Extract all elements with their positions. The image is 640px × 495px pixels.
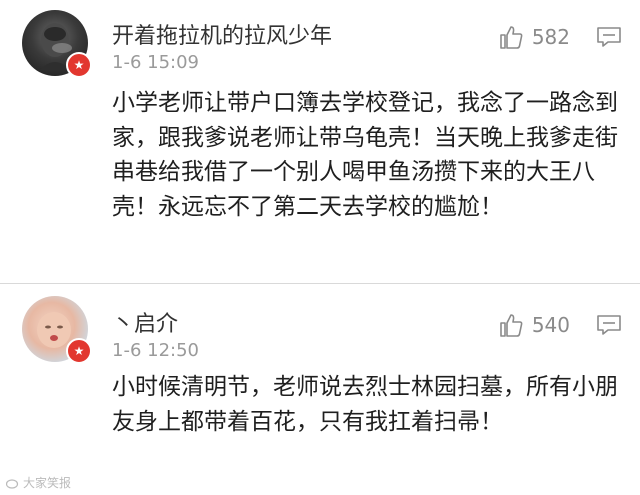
avatar[interactable]: ★ <box>22 10 92 78</box>
comment-time: 1-6 12:50 <box>112 340 199 361</box>
like-button[interactable]: 582 <box>498 24 570 50</box>
weibo-logo-icon <box>6 478 19 489</box>
comment-text: 小学老师让带户口簿去学校登记，我念了一路念到家，跟我爹说老师让带乌龟壳！当天晚上… <box>112 90 618 220</box>
like-count: 582 <box>531 25 570 49</box>
like-count: 540 <box>531 313 570 337</box>
comment-item: ★ 开着拖拉机的拉风少年 1-6 15:09 582 小学老师让带户口簿去学校登… <box>0 0 640 283</box>
thumbs-up-icon <box>500 26 523 49</box>
like-button[interactable]: 540 <box>498 312 570 338</box>
reply-comment-icon[interactable] <box>596 314 622 336</box>
watermark: 大家笑报 <box>6 474 71 491</box>
verified-star-icon: ★ <box>66 52 92 78</box>
comment-text: 小时候清明节，老师说去烈士林园扫墓，所有小朋友身上都带着百花，只有我扛着扫帚！ <box>112 374 618 435</box>
verified-star-icon: ★ <box>66 338 92 364</box>
comment-divider <box>0 283 640 284</box>
watermark-text: 大家笑报 <box>23 476 72 490</box>
comment-username[interactable]: 开着拖拉机的拉风少年 <box>112 18 332 50</box>
thumbs-up-icon <box>500 314 523 337</box>
reply-comment-icon[interactable] <box>596 26 622 48</box>
comment-username[interactable]: 丶启介 <box>112 306 178 338</box>
comment-time: 1-6 15:09 <box>112 52 199 73</box>
comment-item: ★ 丶启介 1-6 12:50 540 小时候清明节，老师说去烈士林园扫墓，所有… <box>0 288 640 495</box>
avatar[interactable]: ★ <box>22 296 92 364</box>
